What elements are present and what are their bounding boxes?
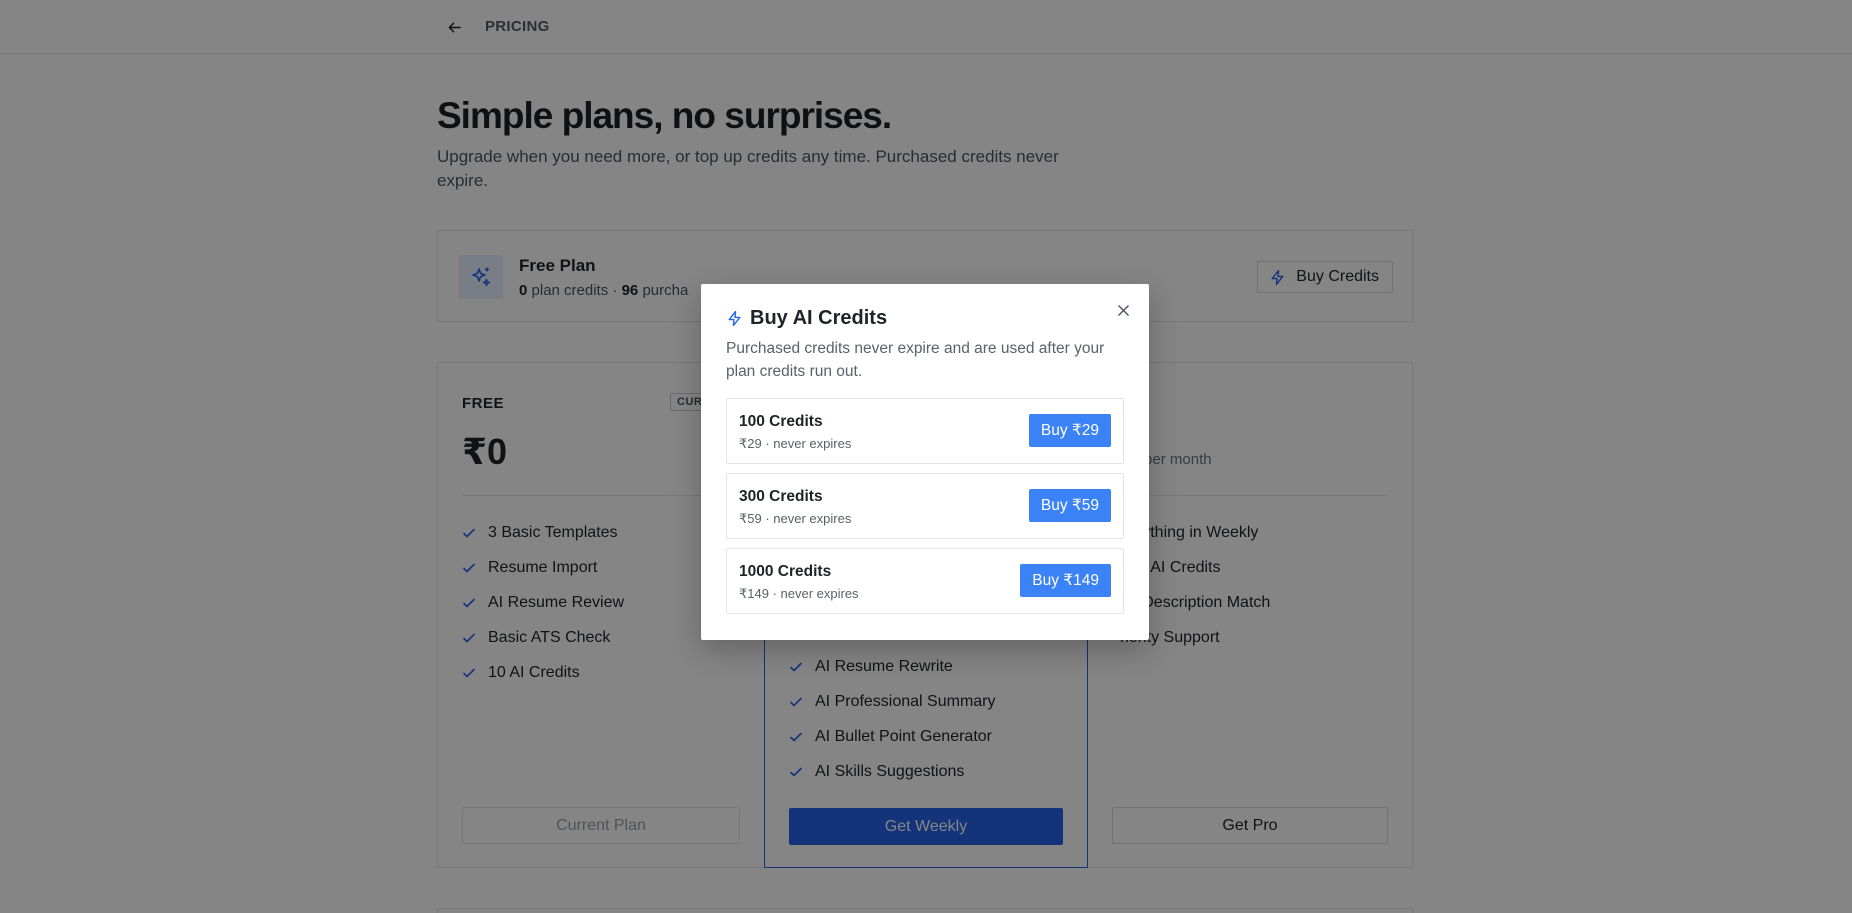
modal-header: Buy AI Credits — [726, 307, 887, 330]
buy-pack-button[interactable]: Buy ₹29 — [1028, 414, 1111, 447]
credit-pack: 1000 Credits ₹149 · never expires Buy ₹1… — [726, 548, 1124, 614]
credit-packs-list: 100 Credits ₹29 · never expires Buy ₹29 … — [726, 398, 1124, 623]
pack-name: 100 Credits — [739, 413, 823, 430]
credit-pack: 300 Credits ₹59 · never expires Buy ₹59 — [726, 473, 1124, 539]
pack-name: 1000 Credits — [739, 563, 832, 580]
credit-pack: 100 Credits ₹29 · never expires Buy ₹29 — [726, 398, 1124, 464]
pack-meta: ₹59 · never expires — [739, 511, 852, 526]
buy-credits-modal: Buy AI Credits Purchased credits never e… — [701, 284, 1149, 640]
buy-pack-button[interactable]: Buy ₹149 — [1020, 564, 1111, 597]
pack-meta: ₹149 · never expires — [739, 586, 859, 601]
close-button[interactable] — [1113, 300, 1133, 320]
buy-pack-button[interactable]: Buy ₹59 — [1028, 489, 1111, 522]
pack-meta: ₹29 · never expires — [739, 436, 852, 451]
modal-title: Buy AI Credits — [750, 307, 888, 329]
lightning-icon — [728, 310, 741, 327]
modal-description: Purchased credits never expire and are u… — [726, 340, 1105, 380]
close-icon — [1117, 304, 1129, 316]
pack-name: 300 Credits — [739, 488, 823, 505]
